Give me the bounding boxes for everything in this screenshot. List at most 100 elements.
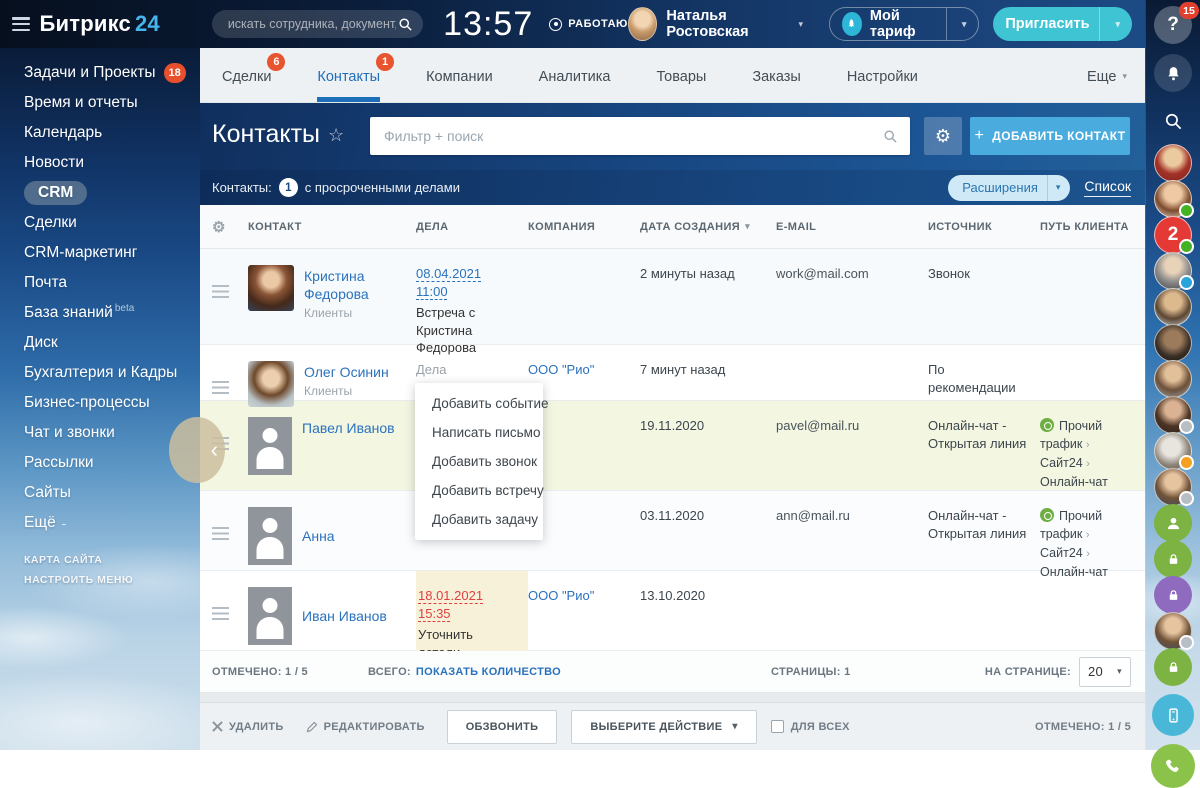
add-contact-button[interactable]: +ДОБАВИТЬ КОНТАКТ bbox=[970, 117, 1130, 155]
avatar-placeholder[interactable] bbox=[248, 417, 292, 475]
chevron-down-icon[interactable]: ▾ bbox=[946, 8, 967, 40]
sidebar-configure-menu-link[interactable]: НАСТРОИТЬ МЕНЮ bbox=[0, 570, 200, 590]
sidebar-item-crm-marketing[interactable]: CRM-маркетинг bbox=[0, 238, 200, 268]
private-chat-lock-icon[interactable] bbox=[1154, 576, 1192, 614]
settings-gear-button[interactable]: ⚙ bbox=[924, 117, 962, 155]
contact-name-link[interactable]: Иван Иванов bbox=[302, 608, 387, 624]
chat-avatar[interactable] bbox=[1154, 468, 1192, 506]
chat-avatar[interactable] bbox=[1154, 324, 1192, 362]
guest-user-icon[interactable] bbox=[1154, 504, 1192, 542]
tab-deals[interactable]: Сделки6 bbox=[222, 48, 271, 102]
extensions-button[interactable]: Расширения ▾ bbox=[948, 175, 1070, 201]
menu-item-add-meeting[interactable]: Добавить встречу bbox=[415, 476, 543, 505]
help-button[interactable]: ?15 bbox=[1154, 6, 1192, 44]
sidebar-item-drive[interactable]: Диск bbox=[0, 328, 200, 358]
show-count-link[interactable]: ПОКАЗАТЬ КОЛИЧЕСТВО bbox=[416, 666, 561, 678]
sidebar-item-more[interactable]: Ещё- bbox=[0, 508, 200, 538]
work-status[interactable]: РАБОТАЮ bbox=[549, 18, 628, 31]
table-row-ivan[interactable]: Иван Иванов 18.01.2021 15:35 Уточнить де… bbox=[200, 571, 1145, 651]
checkbox-icon[interactable] bbox=[771, 720, 784, 733]
private-chat-lock-icon[interactable] bbox=[1154, 540, 1192, 578]
filter-search-input[interactable] bbox=[370, 128, 883, 144]
drag-handle-icon[interactable] bbox=[212, 607, 229, 620]
contact-name-link[interactable]: Кристина Федорова bbox=[304, 268, 369, 302]
company-link[interactable]: ООО "Рио" bbox=[528, 588, 594, 603]
company-link[interactable]: ООО "Рио" bbox=[528, 362, 594, 377]
tab-analytics[interactable]: Аналитика bbox=[539, 48, 611, 102]
menu-item-write-email[interactable]: Написать письмо bbox=[415, 418, 543, 447]
chat-avatar[interactable] bbox=[1154, 288, 1192, 326]
tab-contacts[interactable]: Контакты1 bbox=[317, 48, 380, 102]
avatar-placeholder[interactable] bbox=[248, 507, 292, 565]
sidebar-item-workflows[interactable]: Бизнес-процессы bbox=[0, 388, 200, 418]
sidebar-item-news[interactable]: Новости bbox=[0, 148, 200, 178]
unread-chat-counter[interactable]: 2 bbox=[1154, 216, 1192, 254]
tab-companies[interactable]: Компании bbox=[426, 48, 493, 102]
tab-products[interactable]: Товары bbox=[656, 48, 706, 102]
my-tariff-button[interactable]: Мой тариф ▾ bbox=[829, 7, 979, 41]
avatar-placeholder[interactable] bbox=[248, 587, 292, 645]
choose-action-dropdown[interactable]: ВЫБЕРИТЕ ДЕЙСТВИЕ▾ bbox=[571, 710, 756, 744]
contact-name-link[interactable]: Анна bbox=[302, 528, 335, 544]
drag-handle-icon[interactable] bbox=[212, 285, 229, 298]
sidebar-item-tasks[interactable]: Задачи и Проекты18 bbox=[0, 58, 200, 88]
per-page-select[interactable]: 20▾ bbox=[1079, 657, 1131, 687]
chat-avatar[interactable] bbox=[1154, 396, 1192, 434]
sidebar-item-mail[interactable]: Почта bbox=[0, 268, 200, 298]
sidebar-item-knowledge-base[interactable]: База знанийbeta bbox=[0, 298, 200, 328]
sidebar-item-hr[interactable]: Бухгалтерия и Кадры bbox=[0, 358, 200, 388]
overdue-activity-link[interactable]: 18.01.2021 15:35 bbox=[418, 587, 500, 622]
sidebar-search-icon[interactable] bbox=[1154, 102, 1192, 140]
chat-avatar[interactable] bbox=[1154, 612, 1192, 650]
global-search[interactable] bbox=[212, 10, 423, 38]
col-created[interactable]: ДАТА СОЗДАНИЯ▾ bbox=[640, 221, 776, 233]
global-search-input[interactable] bbox=[226, 16, 398, 32]
chevron-down-icon[interactable]: ▾ bbox=[1047, 175, 1061, 201]
invite-button[interactable]: Пригласить ▾ bbox=[993, 7, 1132, 41]
col-client-path[interactable]: ПУТЬ КЛИЕНТА bbox=[1040, 221, 1145, 233]
delete-button[interactable]: УДАЛИТЬ bbox=[212, 721, 284, 733]
tab-more[interactable]: Еще▾ bbox=[1087, 48, 1127, 102]
chat-avatar[interactable] bbox=[1154, 432, 1192, 470]
sidebar-item-time[interactable]: Время и отчеты bbox=[0, 88, 200, 118]
chat-avatar[interactable] bbox=[1154, 360, 1192, 398]
mobile-app-icon[interactable] bbox=[1152, 694, 1194, 736]
contact-name-link[interactable]: Олег Осинин bbox=[304, 364, 389, 380]
col-email[interactable]: E-MAIL bbox=[776, 221, 928, 233]
drag-handle-icon[interactable] bbox=[212, 381, 229, 394]
private-chat-lock-icon[interactable] bbox=[1154, 648, 1192, 686]
chat-avatar[interactable] bbox=[1154, 180, 1192, 218]
menu-item-add-task[interactable]: Добавить задачу bbox=[415, 505, 543, 534]
tab-orders[interactable]: Заказы bbox=[752, 48, 800, 102]
activity-date-link[interactable]: 08.04.2021 11:00 bbox=[416, 265, 498, 300]
col-contact[interactable]: КОНТАКТ bbox=[248, 221, 416, 233]
col-company[interactable]: КОМПАНИЯ bbox=[528, 221, 640, 233]
avatar[interactable] bbox=[248, 265, 294, 311]
user-avatar[interactable] bbox=[628, 7, 658, 41]
tab-settings[interactable]: Настройки bbox=[847, 48, 918, 102]
col-source[interactable]: ИСТОЧНИК bbox=[928, 221, 1040, 233]
table-row-anna[interactable]: Анна 03.11.2020 ann@mail.ru Онлайн-чат -… bbox=[200, 491, 1145, 571]
sidebar-item-calendar[interactable]: Календарь bbox=[0, 118, 200, 148]
filter-search[interactable] bbox=[370, 117, 910, 155]
menu-item-add-event[interactable]: Добавить событие bbox=[415, 389, 543, 418]
chevron-down-icon[interactable]: ▾ bbox=[1099, 7, 1120, 41]
table-row-oleg[interactable]: Олег Осинин Клиенты Дела отсутствуют ООО… bbox=[200, 345, 1145, 401]
overdue-count-badge[interactable]: 1 bbox=[279, 178, 298, 197]
edit-button[interactable]: РЕДАКТИРОВАТЬ bbox=[306, 721, 425, 733]
work-clock[interactable]: 13:57 bbox=[443, 5, 533, 44]
view-selector-list[interactable]: Список bbox=[1084, 178, 1131, 197]
chat-avatar[interactable] bbox=[1154, 252, 1192, 290]
table-row-kristina[interactable]: Кристина Федорова Клиенты 08.04.2021 11:… bbox=[200, 249, 1145, 345]
sidebar-item-crm[interactable]: CRM bbox=[0, 178, 200, 208]
chat-avatar[interactable] bbox=[1154, 144, 1192, 182]
contact-name-link[interactable]: Павел Иванов bbox=[302, 420, 395, 436]
for-all-checkbox[interactable]: ДЛЯ ВСЕХ bbox=[771, 720, 850, 733]
sidebar-collapse-handle[interactable]: ‹ bbox=[169, 417, 225, 483]
menu-burger-icon[interactable] bbox=[12, 17, 30, 31]
call-button[interactable]: ОБЗВОНИТЬ bbox=[447, 710, 558, 744]
table-row-pavel[interactable]: Павел Иванов 19.11.2020 pavel@mail.ru Он… bbox=[200, 401, 1145, 491]
sidebar-item-sites[interactable]: Сайты bbox=[0, 478, 200, 508]
menu-item-add-call[interactable]: Добавить звонок bbox=[415, 447, 543, 476]
col-activities[interactable]: ДЕЛА bbox=[416, 221, 528, 233]
